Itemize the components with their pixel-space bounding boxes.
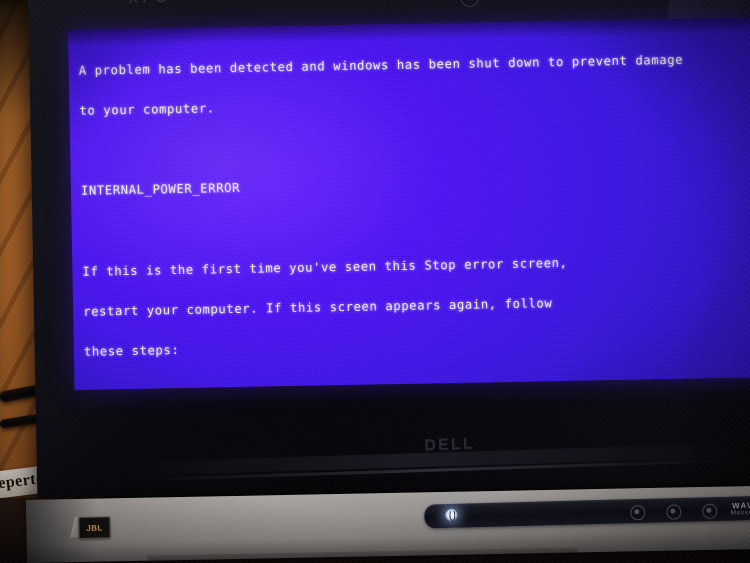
screen-vignette [68, 17, 750, 390]
deck-left-shadow [26, 498, 98, 563]
laptop-bsod-photo: eperto XPS DELL A problem has been detec… [0, 0, 750, 563]
waves-badge-sub: MaxxAudio [730, 508, 750, 517]
power-icon [449, 509, 456, 521]
dell-logo: DELL [424, 435, 476, 455]
waves-maxxaudio-badge: WAVES MaxxAudio [726, 501, 750, 518]
laptop-screen: A problem has been detected and windows … [68, 17, 750, 390]
laptop-keyboard-deck: JBL WAVES MaxxAudio [26, 485, 750, 563]
